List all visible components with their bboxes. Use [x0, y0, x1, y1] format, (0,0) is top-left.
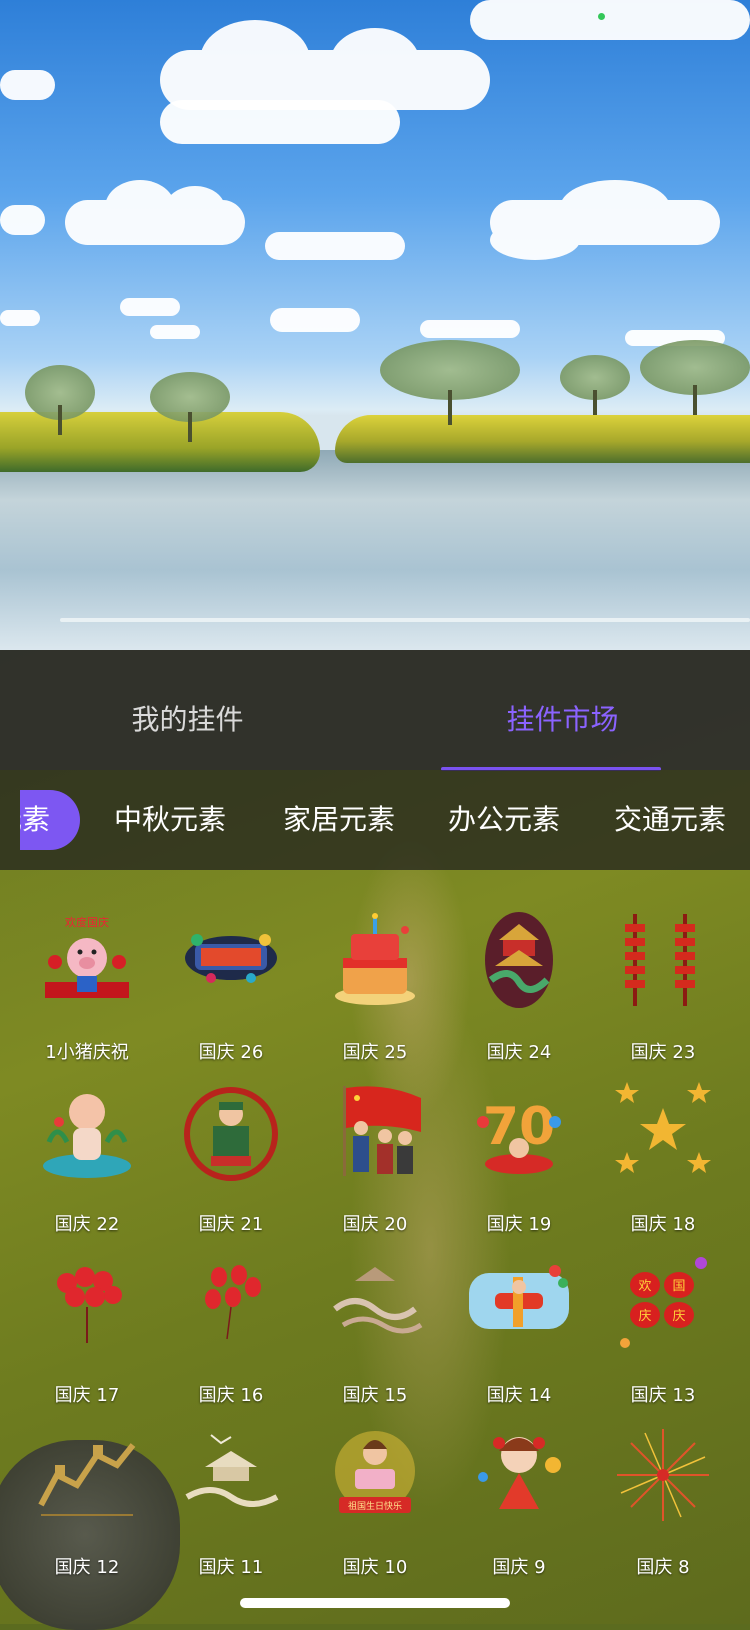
svg-text:祖国生日快乐: 祖国生日快乐 — [348, 1500, 402, 1512]
pendant-item[interactable]: 国庆 8 — [591, 1425, 735, 1585]
number-seventy-icon: 70 — [477, 1097, 561, 1174]
pendant-label: 国庆 14 — [486, 1385, 552, 1406]
cloud — [0, 310, 40, 326]
svg-text:国: 国 — [672, 1279, 685, 1294]
airplane-cartoon-icon — [469, 1265, 569, 1329]
pendant-label: 国庆 22 — [54, 1214, 120, 1235]
pendant-label: 国庆 21 — [198, 1214, 264, 1235]
cloud — [150, 325, 200, 339]
tab-pendant-market[interactable]: 挂件市场 — [375, 690, 750, 750]
pendant-item[interactable]: 国庆 23 — [591, 910, 735, 1070]
category-active[interactable]: 元素 — [20, 790, 80, 850]
tree — [380, 340, 520, 425]
tab-my-pendants[interactable]: 我的挂件 — [0, 690, 375, 750]
category-mid-autumn[interactable]: 中秋元素 — [114, 798, 226, 842]
camera-indicator-dot — [598, 13, 605, 20]
national-day-banner-icon — [185, 934, 277, 983]
red-balloons-icon — [57, 1267, 122, 1343]
pendant-label: 国庆 19 — [486, 1214, 552, 1235]
tree — [25, 365, 95, 435]
pendant-label: 国庆 20 — [342, 1214, 408, 1235]
pendant-label: 国庆 25 — [342, 1042, 408, 1063]
category-bar: 元素 中秋元素 家居元素 办公元素 交通元素 — [0, 770, 750, 870]
svg-text:庆: 庆 — [672, 1309, 685, 1324]
pendant-item[interactable]: 国庆 24 — [447, 910, 591, 1070]
pendant-label: 国庆 15 — [342, 1385, 408, 1406]
pendant-item[interactable]: 国庆 26 — [159, 910, 303, 1070]
category-active-label: 元素 — [20, 803, 51, 836]
pendant-item[interactable]: 国庆 22 — [15, 1082, 159, 1242]
pendant-item[interactable]: 70 国庆 19 — [447, 1082, 591, 1242]
pavilion-cranes-icon — [185, 1434, 279, 1507]
pendant-item[interactable]: 国庆 17 — [15, 1253, 159, 1413]
tab-bar: 我的挂件 挂件市场 — [0, 650, 750, 771]
clouds-mountain-icon — [333, 1267, 423, 1334]
category-home[interactable]: 家居元素 — [283, 798, 395, 842]
pig-celebration-icon: 欢度国庆 — [45, 915, 129, 998]
great-wall-icon — [38, 1443, 136, 1516]
tree — [640, 340, 750, 415]
pendant-item[interactable]: 国庆 12 — [15, 1425, 159, 1585]
cloud — [470, 0, 750, 40]
cloud — [65, 180, 245, 245]
firecrackers-icon — [625, 914, 695, 1006]
svg-text:欢度国庆: 欢度国庆 — [65, 915, 109, 929]
svg-text:庆: 庆 — [638, 1309, 651, 1324]
pendant-label: 国庆 24 — [486, 1042, 552, 1063]
red-lanterns-icon: 欢 国 庆 庆 — [620, 1257, 707, 1348]
pendant-item[interactable]: 欢度国庆 1小猪庆祝 — [15, 910, 159, 1070]
cloud — [420, 320, 520, 338]
pendant-label: 国庆 9 — [492, 1557, 546, 1578]
pendant-label: 国庆 13 — [630, 1385, 696, 1406]
pendant-item[interactable]: 国庆 9 — [447, 1425, 591, 1585]
flag-people-icon — [343, 1086, 421, 1176]
tree — [560, 355, 630, 415]
pendant-item[interactable]: 祖国生日快乐 国庆 10 — [303, 1425, 447, 1585]
cloud — [0, 205, 45, 235]
wallpaper-preview — [0, 0, 750, 650]
pendant-item[interactable]: 国庆 21 — [159, 1082, 303, 1242]
pendant-label: 国庆 17 — [54, 1385, 120, 1406]
pendant-item[interactable]: 国庆 18 — [591, 1082, 735, 1242]
birthday-girl-icon: 祖国生日快乐 — [335, 1431, 415, 1513]
gold-stars-icon — [615, 1082, 711, 1173]
child-figure-icon — [43, 1094, 131, 1178]
fireworks-icon — [617, 1429, 709, 1521]
pendant-label: 国庆 23 — [630, 1042, 696, 1063]
pendant-item[interactable]: 国庆 16 — [159, 1253, 303, 1413]
home-indicator[interactable] — [240, 1598, 510, 1608]
pendant-label: 国庆 10 — [342, 1557, 408, 1578]
tree — [150, 372, 230, 442]
svg-text:欢: 欢 — [638, 1279, 651, 1294]
dancing-girl-icon — [478, 1437, 561, 1509]
pendant-item[interactable]: 国庆 14 — [447, 1253, 591, 1413]
pendant-item[interactable]: 国庆 11 — [159, 1425, 303, 1585]
pendant-item[interactable]: 国庆 15 — [303, 1253, 447, 1413]
red-balloons-small-icon — [205, 1265, 261, 1340]
category-transport[interactable]: 交通元素 — [614, 798, 726, 842]
cloud — [270, 308, 360, 332]
cloud — [265, 232, 405, 260]
pendant-label: 1小猪庆祝 — [45, 1042, 129, 1063]
pendant-item[interactable]: 国庆 20 — [303, 1082, 447, 1242]
cloud — [160, 100, 400, 144]
pendant-label: 国庆 12 — [54, 1557, 120, 1578]
pendant-label: 国庆 8 — [636, 1557, 690, 1578]
cloud — [490, 180, 720, 260]
water-ripple — [60, 618, 750, 622]
palace-dragon-icon — [485, 912, 553, 1008]
cloud — [0, 70, 55, 100]
birthday-cake-icon — [335, 913, 415, 1005]
soldier-figure-icon — [184, 1087, 278, 1181]
pendant-item[interactable]: 国庆 25 — [303, 910, 447, 1070]
pendant-label: 国庆 18 — [630, 1214, 696, 1235]
pendant-item[interactable]: 欢 国 庆 庆 国庆 13 — [591, 1253, 735, 1413]
pendant-label: 国庆 16 — [198, 1385, 264, 1406]
cloud — [120, 298, 180, 316]
category-office[interactable]: 办公元素 — [448, 798, 560, 842]
pendant-label: 国庆 11 — [198, 1557, 264, 1578]
pendant-label: 国庆 26 — [198, 1042, 264, 1063]
